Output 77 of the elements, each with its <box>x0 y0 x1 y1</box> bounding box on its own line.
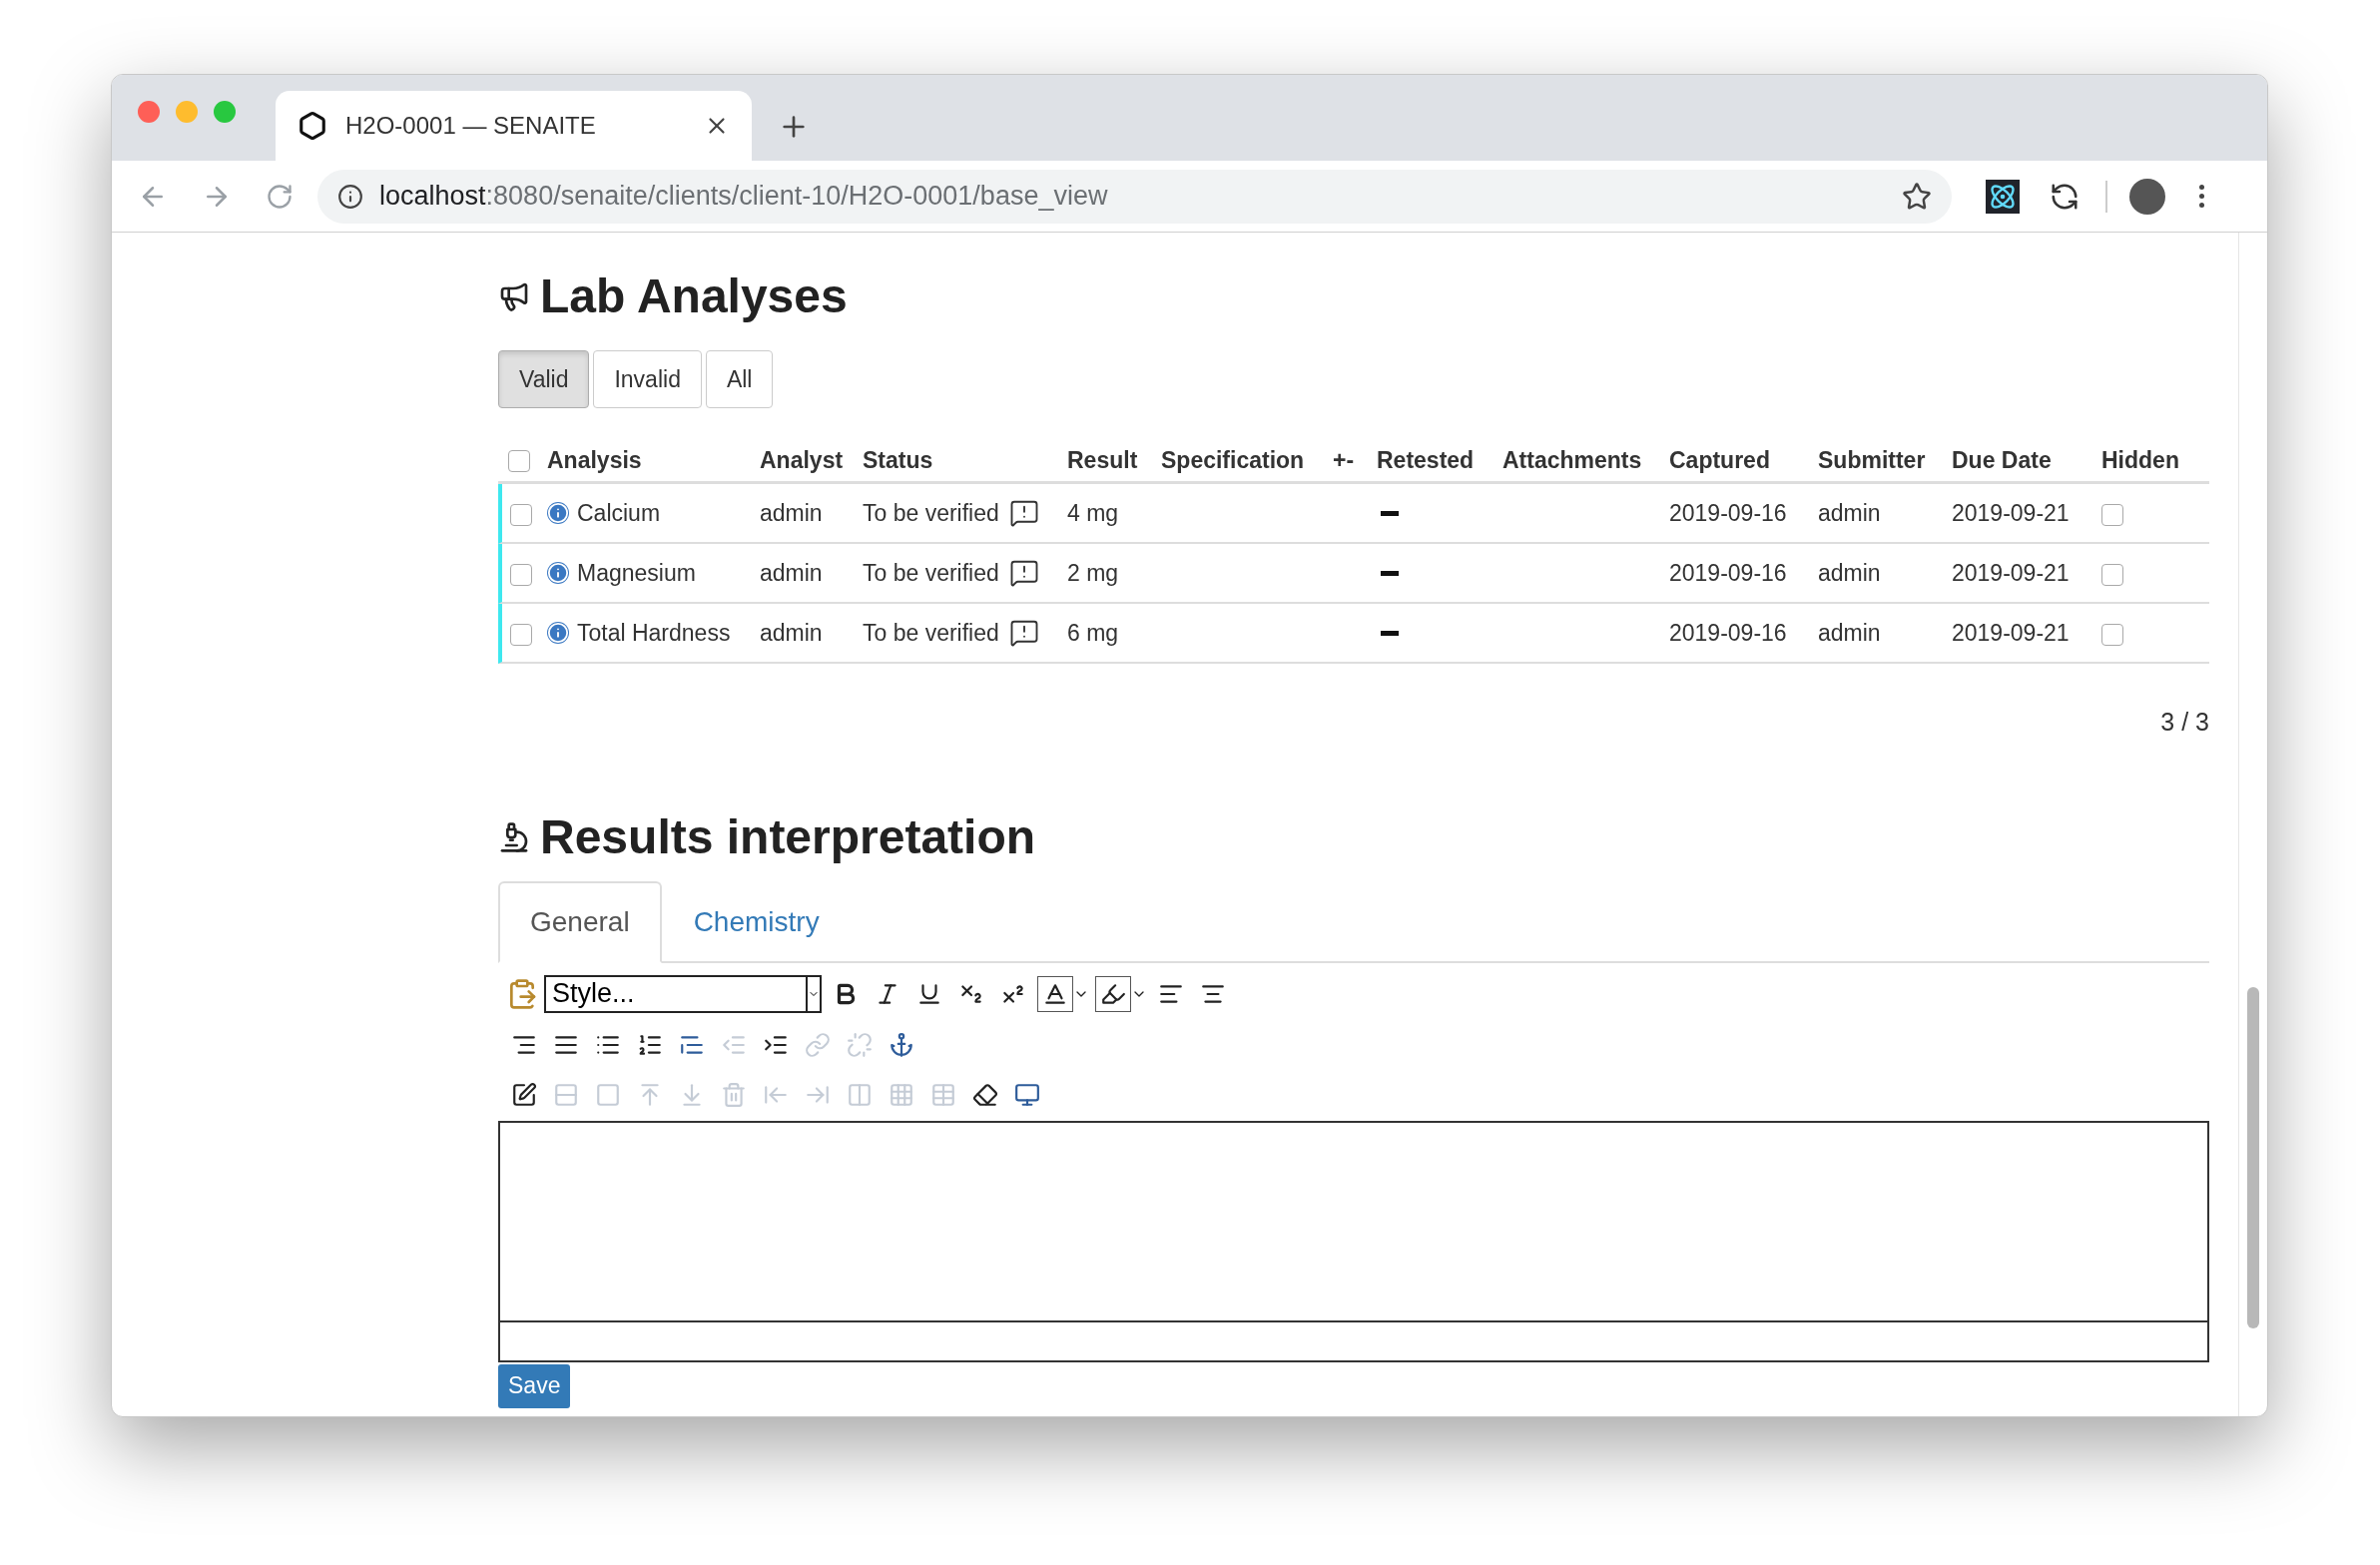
comment-icon <box>1008 558 1039 588</box>
comment-icon <box>1008 498 1039 528</box>
avatar-icon[interactable] <box>2129 178 2165 215</box>
reload-icon <box>266 182 294 211</box>
text-color-icon[interactable] <box>1037 975 1073 1012</box>
table-cell-text: Calcium <box>577 498 661 528</box>
highlighter-icon[interactable] <box>1095 975 1131 1012</box>
save-button[interactable]: Save <box>498 1363 571 1408</box>
table-cell: 4 mg <box>1067 499 1119 526</box>
info-icon <box>337 183 363 210</box>
comment-icon <box>1008 618 1039 648</box>
style-select[interactable]: Style... <box>544 974 822 1013</box>
column-header: Status <box>863 446 934 476</box>
address-bar[interactable]: localhost:8080/senaite/clients/client-10/H2O-0001/base_view <box>317 169 1952 224</box>
microscope-icon <box>498 820 530 853</box>
tab-title: H2O-0001 — SENAITE <box>345 111 597 141</box>
column-header: Result <box>1067 446 1139 476</box>
info-icon[interactable] <box>547 622 569 644</box>
table-cell: admin <box>760 559 823 586</box>
megaphone-icon <box>498 280 530 312</box>
table-cell-text: Total Hardness <box>577 618 731 648</box>
table-cell: admin <box>760 499 823 526</box>
table-cell: 2019-09-16 <box>1669 559 1787 586</box>
column-header: Retested <box>1377 446 1476 476</box>
table-cell: 6 mg <box>1067 619 1119 646</box>
dash-icon <box>1381 510 1399 516</box>
column-header: Analyst <box>760 446 845 476</box>
filter-button[interactable]: Valid <box>498 350 590 408</box>
table-cell: admin <box>1818 619 1881 646</box>
column-header: Submitter <box>1818 446 1927 476</box>
column-header: Captured <box>1669 446 1771 476</box>
column-header: Due Date <box>1952 446 2053 476</box>
info-icon[interactable] <box>547 502 569 524</box>
section-title: Results interpretation <box>540 808 1036 865</box>
checkbox[interactable] <box>510 564 532 586</box>
close-window-icon[interactable] <box>138 101 160 123</box>
column-header: Attachments <box>1502 446 1643 476</box>
table-cell: 2 mg <box>1067 559 1119 586</box>
table-cell: 2019-09-21 <box>1952 619 2070 646</box>
table-cell: 2019-09-16 <box>1669 499 1787 526</box>
hexagon-icon <box>298 111 327 141</box>
checkbox[interactable] <box>508 449 530 472</box>
checkbox[interactable] <box>510 504 532 526</box>
star-icon <box>1902 181 1932 212</box>
column-header: Hidden <box>2101 446 2180 476</box>
column-header: +- <box>1333 446 1356 476</box>
dash-icon <box>1381 630 1399 636</box>
table-cell: admin <box>1818 559 1881 586</box>
table-cell: 2019-09-21 <box>1952 499 2070 526</box>
table-cell: admin <box>1818 499 1881 526</box>
url-text: localhost:8080/senaite/clients/client-10/H2O-0001/base_view <box>379 180 1109 214</box>
table-cell: admin <box>760 619 823 646</box>
tab[interactable]: Chemistry <box>661 880 852 963</box>
pagination-count: 3 / 3 <box>2160 707 2209 738</box>
filter-button[interactable]: All <box>705 350 774 408</box>
checkbox[interactable] <box>2101 624 2123 646</box>
dash-icon <box>1381 570 1399 576</box>
atom-icon[interactable] <box>1986 179 2020 214</box>
section-title: Lab Analyses <box>540 268 848 324</box>
table-cell: 2019-09-21 <box>1952 559 2070 586</box>
table-cell-text: To be verified <box>863 618 999 648</box>
filter-button[interactable]: Invalid <box>593 350 702 408</box>
table-cell: 2019-09-16 <box>1669 619 1787 646</box>
table-cell-text: To be verified <box>863 498 999 528</box>
menu-icon[interactable] <box>2199 185 2204 208</box>
text-editor[interactable] <box>498 1120 2209 1362</box>
info-icon[interactable] <box>547 562 569 584</box>
checkbox[interactable] <box>2101 504 2123 526</box>
checkbox[interactable] <box>510 624 532 646</box>
table-cell-text: To be verified <box>863 558 999 588</box>
column-header: Analysis <box>547 446 643 476</box>
browser-tab[interactable]: H2O-0001 — SENAITE <box>276 91 752 161</box>
scrollbar-thumb[interactable] <box>2247 987 2259 1328</box>
checkbox[interactable] <box>2101 564 2123 586</box>
tab[interactable]: General <box>498 880 662 963</box>
table-cell-text: Magnesium <box>577 558 696 588</box>
column-header: Specification <box>1161 446 1306 476</box>
